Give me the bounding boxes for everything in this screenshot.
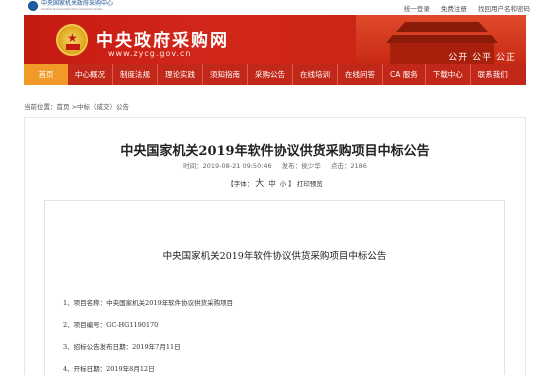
nav-item-qa[interactable]: 在线问答 xyxy=(338,64,382,85)
site-slogan: 公开 公平 公正 xyxy=(448,53,516,63)
top-links: 统一登录 免费注册 找回用户名和密码 xyxy=(395,3,530,13)
publisher: 发布：侯少华 xyxy=(281,162,321,170)
site-banner: ★ 中央政府采购网 www.zycg.gov.cn 公开 公平 公正 xyxy=(24,15,526,64)
announcement-date-line: 3、招标公告发布日期：2019年7月11日 xyxy=(63,343,181,351)
click-count: 点击：2186 xyxy=(330,162,367,170)
project-number-line: 2、项目编号：GC-HG1190170 xyxy=(63,321,159,329)
nav-item-guide[interactable]: 须知指南 xyxy=(203,64,247,85)
nav-item-regulations[interactable]: 制度法规 xyxy=(113,64,157,85)
font-size-controls: 【字体：大中小】 打印预览 xyxy=(25,176,525,189)
print-preview-link[interactable]: 打印预览 xyxy=(297,180,323,188)
nav-item-training[interactable]: 在线培训 xyxy=(293,64,337,85)
main-nav: 首页 中心概况 制度法规 理论实践 须知指南 采购公告 在线培训 在线问答 CA… xyxy=(24,64,526,85)
nav-item-ca-service[interactable]: CA 服务 xyxy=(383,64,425,85)
publish-time: 时间：2019-08-21 09:50:46 xyxy=(183,162,272,170)
article-title: 中央国家机关2019年软件协议供货采购项目中标公告 xyxy=(120,144,430,159)
article-body: 中央国家机关2019年软件协议供货采购项目中标公告 1、项目名称：中央国家机关2… xyxy=(44,200,505,375)
nav-item-announcements[interactable]: 采购公告 xyxy=(248,64,292,85)
font-label-close: 】 xyxy=(288,180,295,188)
nav-item-theory[interactable]: 理论实践 xyxy=(158,64,202,85)
nav-item-downloads[interactable]: 下载中心 xyxy=(426,64,470,85)
site-url: www.zycg.gov.cn xyxy=(108,49,192,58)
center-logo[interactable]: 中央国家机关政府采购中心 Central Government Procurem… xyxy=(28,1,113,11)
article-panel: 中央国家机关2019年软件协议供货采购项目中标公告 时间：2019-08-21 … xyxy=(24,117,526,375)
breadcrumb: 当前位置：首页 >中标（成交）公告 xyxy=(24,103,130,111)
nav-item-about[interactable]: 中心概况 xyxy=(68,64,112,85)
bid-opening-date-line: 4、开标日期：2019年8月12日 xyxy=(63,365,155,373)
article-meta: 时间：2019-08-21 09:50:46 发布：侯少华 点击：2186 xyxy=(25,160,525,170)
national-emblem-icon: ★ xyxy=(56,24,88,56)
font-medium-button[interactable]: 中 xyxy=(268,179,276,188)
login-link[interactable]: 统一登录 xyxy=(404,5,430,13)
logo-subtext: Central Government Procurement Center xyxy=(41,7,103,11)
font-small-button[interactable]: 小 xyxy=(280,180,287,188)
top-bar: 中央国家机关政府采购中心 Central Government Procurem… xyxy=(0,0,550,14)
register-link[interactable]: 免费注册 xyxy=(441,5,467,13)
nav-item-contact[interactable]: 联系我们 xyxy=(471,64,515,85)
site-title: 中央政府采购网 xyxy=(96,31,229,51)
project-name-line: 1、项目名称：中央国家机关2019年软件协议供货采购项目 xyxy=(63,299,234,307)
font-label: 【字体： xyxy=(227,180,254,188)
logo-text: 中央国家机关政府采购中心 xyxy=(41,0,114,7)
recover-account-link[interactable]: 找回用户名和密码 xyxy=(478,5,530,13)
nav-item-home[interactable]: 首页 xyxy=(24,64,68,85)
logo-icon xyxy=(28,1,38,11)
body-title: 中央国家机关2019年软件协议供货采购项目中标公告 xyxy=(162,251,387,262)
font-large-button[interactable]: 大 xyxy=(255,179,264,189)
